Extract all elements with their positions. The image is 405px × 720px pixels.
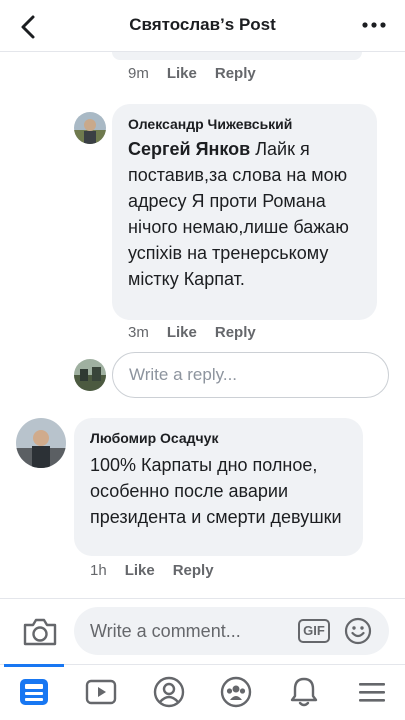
avatar-photo: [74, 359, 106, 391]
feed-icon: [20, 679, 48, 705]
tab-watch[interactable]: [84, 675, 118, 709]
comment-timestamp: 3m: [128, 324, 149, 341]
comment-text-body: Лайк я поставив,за слова на мою адресу Я…: [128, 139, 349, 289]
camera-icon: [23, 618, 57, 646]
comment-author[interactable]: Олександр Чижевський: [128, 116, 292, 132]
gif-button[interactable]: GIF: [298, 619, 330, 643]
comment-timestamp: 9m: [128, 65, 149, 82]
active-tab-indicator: [4, 664, 64, 667]
tab-groups[interactable]: [219, 675, 253, 709]
like-button[interactable]: Like: [167, 65, 197, 82]
tab-profile[interactable]: [152, 675, 186, 709]
emoji-icon: [344, 617, 372, 645]
camera-button[interactable]: [22, 616, 58, 648]
avatar: [74, 359, 106, 391]
watch-icon: [85, 679, 117, 705]
comment-input-wrapper[interactable]: GIF: [74, 607, 389, 655]
comment-bubble[interactable]: Олександр Чижевський Сергей Янков Лайк я…: [112, 104, 377, 320]
avatar[interactable]: [74, 112, 106, 144]
post-header: Святослав’s Post: [0, 0, 405, 52]
reply-input-wrapper[interactable]: [112, 352, 389, 398]
groups-icon: [220, 676, 252, 708]
like-button[interactable]: Like: [167, 324, 197, 341]
previous-comment-bubble: [112, 52, 362, 60]
menu-icon: [359, 683, 385, 702]
reply-button[interactable]: Reply: [215, 324, 256, 341]
avatar-photo: [74, 112, 106, 144]
like-button[interactable]: Like: [125, 562, 155, 579]
notifications-icon: [290, 677, 318, 707]
avatar-photo: [16, 418, 66, 468]
tab-menu[interactable]: [355, 675, 389, 709]
emoji-button[interactable]: [344, 617, 372, 645]
bottom-tab-bar: [0, 664, 405, 720]
more-dots-icon: [362, 22, 386, 28]
more-options-button[interactable]: [361, 12, 387, 38]
avatar[interactable]: [16, 418, 66, 468]
comment-text: 100% Карпаты дно полное, особенно после …: [90, 455, 342, 527]
comment-text: Сергей Янков Лайк я поставив,за слова на…: [128, 136, 373, 292]
previous-comment-meta: 9m Like Reply: [128, 65, 256, 82]
mention-link[interactable]: Сергей Янков: [128, 139, 250, 159]
tab-feed[interactable]: [17, 675, 51, 709]
tab-notifications[interactable]: [287, 675, 321, 709]
comment-input[interactable]: [74, 607, 289, 655]
comment-author[interactable]: Любомир Осадчук: [90, 430, 218, 446]
reply-button[interactable]: Reply: [215, 65, 256, 82]
reply-button[interactable]: Reply: [173, 562, 214, 579]
reply-input[interactable]: [113, 353, 388, 397]
comment-timestamp: 1h: [90, 562, 107, 579]
profile-icon: [153, 676, 185, 708]
comment-composer: GIF: [0, 598, 405, 664]
reply-comment-meta: 3m Like Reply: [128, 324, 256, 341]
comment-bubble[interactable]: Любомир Осадчук 100% Карпаты дно полное,…: [74, 418, 363, 556]
comment-2-meta: 1h Like Reply: [90, 562, 214, 579]
page-title: Святослав’s Post: [129, 15, 276, 34]
